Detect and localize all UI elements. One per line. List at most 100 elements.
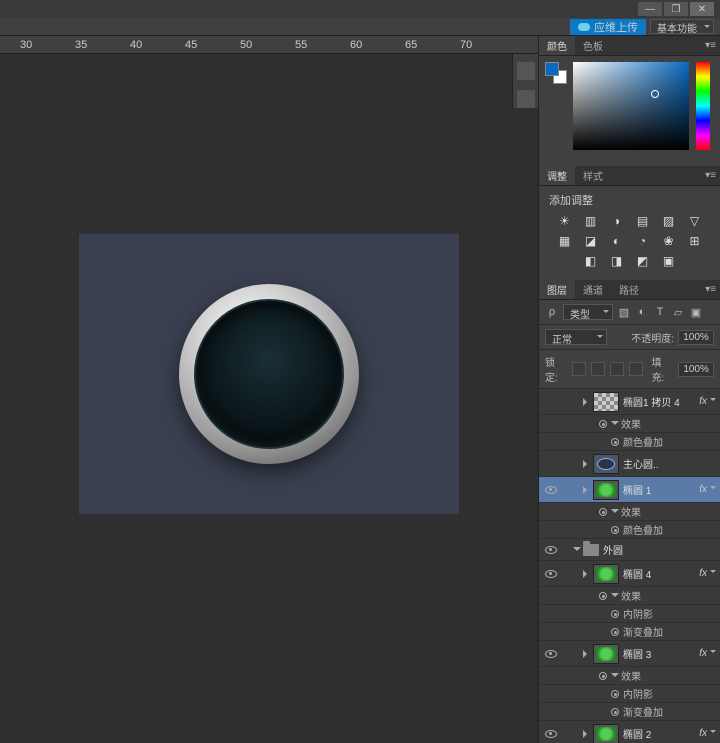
layer-thumbnail[interactable] (593, 392, 619, 412)
minimize-button[interactable]: — (638, 2, 662, 16)
layer-row[interactable]: 椭圆1 拷贝 4 fx (539, 389, 720, 415)
tab-layers[interactable]: 图层 (539, 280, 575, 299)
layer-name[interactable]: 椭圆 3 (623, 646, 651, 661)
fill-input[interactable]: 100% (678, 362, 714, 377)
layer-group-row[interactable]: 外圆 (539, 539, 720, 561)
expand-toggle[interactable] (611, 509, 619, 517)
fx-badge[interactable]: fx (699, 396, 716, 407)
expand-toggle[interactable] (583, 398, 591, 406)
expand-toggle[interactable] (583, 730, 591, 738)
layer-thumbnail[interactable] (593, 480, 619, 500)
fx-item-label[interactable]: 颜色叠加 (623, 434, 663, 449)
fx-badge[interactable]: fx (699, 484, 716, 495)
fx-item-row[interactable]: 颜色叠加 (539, 521, 720, 539)
button-object-outer[interactable] (179, 284, 359, 464)
blend-mode-select[interactable]: 正常 (545, 329, 607, 345)
fx-item-label[interactable]: 渐变叠加 (623, 704, 663, 719)
expand-toggle[interactable] (583, 486, 591, 494)
adjustment-icon[interactable]: ▦ (557, 234, 573, 248)
dock-icon-1[interactable] (517, 62, 535, 80)
lock-transparency-icon[interactable] (572, 362, 586, 376)
lock-position-icon[interactable] (610, 362, 624, 376)
tab-color[interactable]: 颜色 (539, 36, 575, 55)
fx-badge[interactable]: fx (699, 728, 716, 739)
adjustment-icon[interactable]: ◔ (635, 234, 651, 248)
color-picker-ring[interactable] (651, 90, 659, 98)
adjustment-icon[interactable]: ☀ (557, 214, 573, 228)
layer-name[interactable]: 椭圆1 拷贝 4 (623, 394, 680, 409)
adjustment-icon[interactable]: ◨ (609, 254, 625, 268)
fx-visibility-icon[interactable] (611, 610, 619, 618)
tab-channels[interactable]: 通道 (575, 280, 611, 299)
filter-type-icon[interactable]: T (653, 305, 667, 319)
lock-all-icon[interactable] (629, 362, 643, 376)
expand-toggle[interactable] (573, 547, 581, 555)
panel-menu-icon[interactable]: ▾≡ (705, 170, 716, 181)
adjustment-icon[interactable]: ◐ (609, 234, 625, 248)
layer-name[interactable]: 椭圆 2 (623, 726, 651, 741)
visibility-toggle[interactable] (539, 650, 563, 658)
fx-visibility-icon[interactable] (611, 526, 619, 534)
color-field[interactable] (573, 62, 689, 150)
layer-row[interactable]: 主心圆.. (539, 451, 720, 477)
fx-badge[interactable]: fx (699, 648, 716, 659)
fx-item-row[interactable]: 渐变叠加 (539, 703, 720, 721)
lock-pixels-icon[interactable] (591, 362, 605, 376)
fx-visibility-icon[interactable] (599, 508, 607, 516)
fx-item-row[interactable]: 内阴影 (539, 605, 720, 623)
fg-bg-swatch[interactable] (545, 62, 567, 84)
fx-visibility-icon[interactable] (611, 690, 619, 698)
hue-slider[interactable] (696, 62, 710, 150)
expand-toggle[interactable] (583, 570, 591, 578)
layer-name[interactable]: 主心圆.. (623, 456, 659, 471)
opacity-input[interactable]: 100% (678, 330, 714, 345)
workspace-select[interactable]: 基本功能 (650, 19, 714, 34)
fx-item-label[interactable]: 内阴影 (623, 686, 653, 701)
maximize-button[interactable]: ❐ (664, 2, 688, 16)
visibility-toggle[interactable] (539, 570, 563, 578)
layer-name[interactable]: 椭圆 4 (623, 566, 651, 581)
layer-row[interactable]: 椭圆 3 fx (539, 641, 720, 667)
fx-visibility-icon[interactable] (599, 672, 607, 680)
fx-header-row[interactable]: 效果 (539, 667, 720, 685)
fx-visibility-icon[interactable] (599, 420, 607, 428)
adjustment-icon[interactable]: ▽ (687, 214, 703, 228)
adjustment-icon[interactable]: ⊞ (687, 234, 703, 248)
adjustment-icon[interactable]: ▥ (583, 214, 599, 228)
filter-pixel-icon[interactable]: ▧ (617, 305, 631, 319)
fx-visibility-icon[interactable] (611, 628, 619, 636)
filter-shape-icon[interactable]: ▱ (671, 305, 685, 319)
cloud-upload-button[interactable]: 应维上传 (570, 19, 646, 35)
foreground-swatch[interactable] (545, 62, 559, 76)
canvas-viewport[interactable] (0, 54, 538, 743)
layer-thumbnail[interactable] (593, 724, 619, 743)
fx-item-label[interactable]: 内阴影 (623, 606, 653, 621)
layer-name[interactable]: 椭圆 1 (623, 482, 651, 497)
layer-filter-kind[interactable]: 类型 (563, 304, 613, 320)
layer-tree[interactable]: 椭圆1 拷贝 4fx效果颜色叠加主心圆..椭圆 1fx效果颜色叠加外圆椭圆 4f… (539, 389, 720, 743)
fx-badge[interactable]: fx (699, 568, 716, 579)
tab-swatches[interactable]: 色板 (575, 36, 611, 55)
filter-smart-icon[interactable]: ▣ (689, 305, 703, 319)
fx-item-label[interactable]: 颜色叠加 (623, 522, 663, 537)
layer-row[interactable]: 椭圆 4 fx (539, 561, 720, 587)
layer-thumbnail[interactable] (593, 564, 619, 584)
visibility-toggle[interactable] (539, 486, 563, 494)
fx-item-row[interactable]: 内阴影 (539, 685, 720, 703)
expand-toggle[interactable] (611, 593, 619, 601)
fx-header-row[interactable]: 效果 (539, 503, 720, 521)
adjustment-icon[interactable]: ▤ (635, 214, 651, 228)
adjustment-icon[interactable]: ◩ (635, 254, 651, 268)
close-button[interactable]: ✕ (690, 2, 714, 16)
filter-adjust-icon[interactable]: ◐ (635, 305, 649, 319)
expand-toggle[interactable] (611, 673, 619, 681)
layer-row[interactable]: 椭圆 1 fx (539, 477, 720, 503)
panel-menu-icon[interactable]: ▾≡ (705, 40, 716, 51)
fx-visibility-icon[interactable] (611, 438, 619, 446)
adjustment-icon[interactable]: ▨ (661, 214, 677, 228)
visibility-toggle[interactable] (539, 546, 563, 554)
adjustment-icon[interactable]: ◑ (609, 214, 625, 228)
tab-adjustments[interactable]: 调整 (539, 166, 575, 185)
layer-row[interactable]: 椭圆 2 fx (539, 721, 720, 743)
fx-item-row[interactable]: 渐变叠加 (539, 623, 720, 641)
